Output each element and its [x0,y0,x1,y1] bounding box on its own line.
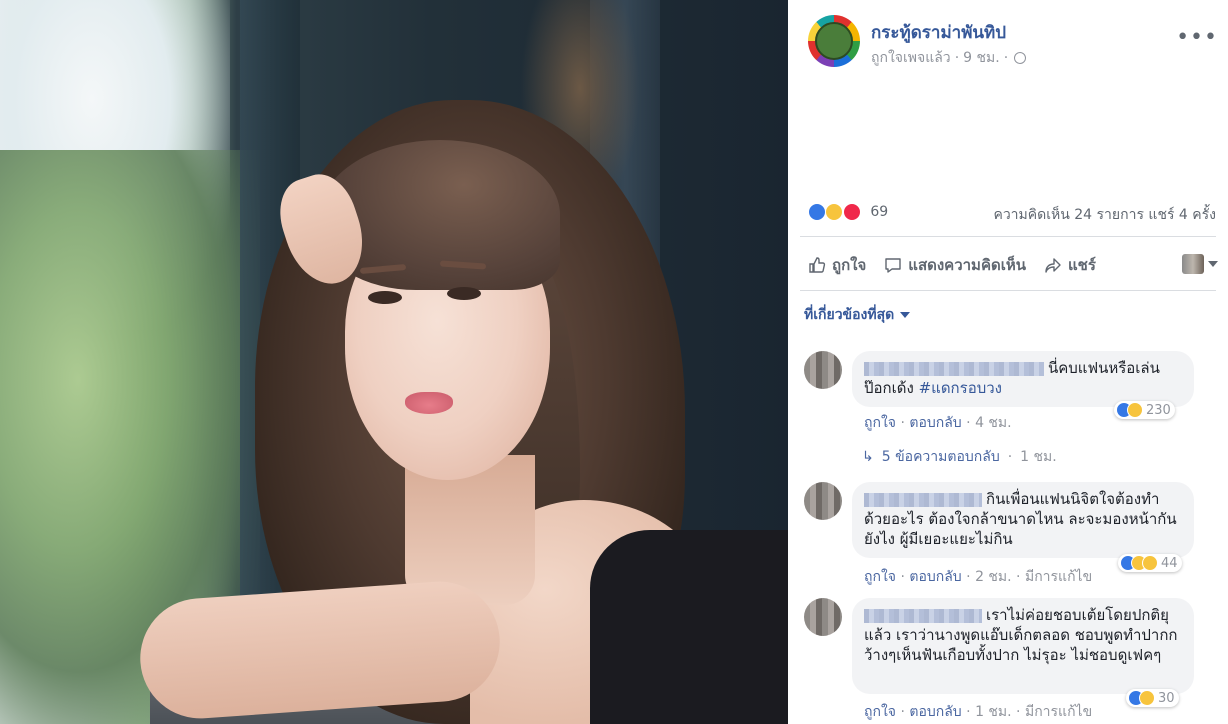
share-button[interactable]: แชร์ [1044,253,1096,277]
love-reaction-icon [842,203,861,221]
comment-sort-dropdown[interactable]: ที่เกี่ยวข้องที่สุด [804,304,911,326]
comment: นี่คบแฟนหรือเล่นป๊อกเด้ง #แดกรอบวง 230 ถ… [804,351,1214,466]
replies-time: 1 ชม. [1020,449,1057,465]
user-avatar [1182,254,1204,274]
page-avatar[interactable] [808,15,860,67]
more-icon[interactable]: ••• [1176,27,1218,49]
commenter-avatar[interactable] [804,482,842,520]
comment-time[interactable]: 1 ชม. [975,704,1012,720]
wow-reaction-icon [1142,555,1158,571]
comment-reply-link[interactable]: ตอบกลับ [909,704,961,720]
commenter-name-blurred[interactable] [864,492,982,507]
commenter-avatar[interactable] [804,351,842,389]
post-header: กระทู้ดราม่าพันทิป ถูกใจเพจแล้ว · 9 ชม. … [808,15,1218,75]
haha-reaction-icon [1139,690,1155,706]
photo-arm [136,577,504,723]
haha-reaction-icon [825,203,844,221]
divider [800,290,1216,291]
comment-time[interactable]: 4 ชม. [975,415,1012,431]
caret-down-icon [1208,261,1218,267]
comment-time[interactable]: 2 ชม. [975,569,1012,585]
share-as-dropdown[interactable] [1182,254,1218,274]
comment-bubble: กินเพื่อนแฟนนิจิตใจต้องทำด้วยอะไร ต้องใจ… [852,482,1194,558]
comment-like-link[interactable]: ถูกใจ [864,415,896,431]
comment-bubble: นี่คบแฟนหรือเล่นป๊อกเด้ง #แดกรอบวง [852,351,1194,407]
page-name-link[interactable]: กระทู้ดราม่าพันทิป [871,19,1006,46]
post-time[interactable]: 9 ชม. [963,47,1000,69]
comment-share-counts[interactable]: ความคิดเห็น 24 รายการ แชร์ 4 ครั้ง [993,204,1216,226]
commenter-avatar[interactable] [804,598,842,636]
comment-actions: ถูกใจ · ตอบกลับ · 2 ชม. · มีการแก้ไข [864,569,1093,585]
divider [800,236,1216,237]
comment: กินเพื่อนแฟนนิจิตใจต้องทำด้วยอะไร ต้องใจ… [804,482,1214,585]
comment-actions: ถูกใจ · ตอบกลับ · 4 ชม. [864,415,1012,431]
post-actions: ถูกใจ แสดงความคิดเห็น แชร์ [808,250,1218,280]
comment-reactions[interactable]: 44 [1118,554,1182,572]
reaction-summary[interactable]: 69 [808,203,889,221]
comment-like-link[interactable]: ถูกใจ [864,704,896,720]
comment-reply-link[interactable]: ตอบกลับ [909,569,961,585]
photo-lips [405,392,453,414]
caret-down-icon [900,312,911,318]
globe-icon[interactable] [1014,52,1027,64]
photo-eye-right [447,287,481,300]
post-meta: ถูกใจเพจแล้ว · 9 ชม. · [871,47,1027,69]
photo-eye-left [368,291,402,304]
comment-like-link[interactable]: ถูกใจ [864,569,896,585]
comment-reply-link[interactable]: ตอบกลับ [909,415,961,431]
commenter-name-blurred[interactable] [864,361,1044,376]
comment-actions: ถูกใจ · ตอบกลับ · 1 ชม. · มีการแก้ไข [864,704,1093,720]
comment-button[interactable]: แสดงความคิดเห็น [884,253,1026,277]
post-reactions: 69 ความคิดเห็น 24 รายการ แชร์ 4 ครั้ง [808,203,1218,225]
comment-icon [885,258,901,273]
comment-hashtag[interactable]: #แดกรอบวง [919,379,1002,397]
reaction-count: 69 [870,204,889,220]
haha-reaction-icon [1127,402,1143,418]
post-side-panel: กระทู้ดราม่าพันทิป ถูกใจเพจแล้ว · 9 ชม. … [788,0,1228,724]
like-icon [809,257,826,273]
view-replies-link[interactable]: ↳ 5 ข้อความตอบกลับ · 1 ชม. [862,446,1057,468]
comment-reactions[interactable]: 30 [1126,689,1179,707]
comment-edited[interactable]: มีการแก้ไข [1025,704,1092,720]
followed-label[interactable]: ถูกใจเพจแล้ว [871,47,951,69]
post-photo[interactable] [0,0,788,724]
photo-black-top [590,530,788,724]
comment-reactions[interactable]: 230 [1114,401,1175,419]
comment-bubble: เราไม่ค่อยชอบเต้ยโดยปกติยุแล้ว เราว่านาง… [852,598,1194,694]
comment: เราไม่ค่อยชอบเต้ยโดยปกติยุแล้ว เราว่านาง… [804,598,1214,724]
like-button[interactable]: ถูกใจ [808,253,866,277]
share-icon [1045,258,1061,273]
commenter-name-blurred[interactable] [864,608,982,623]
like-reaction-icon [808,203,826,221]
reply-arrow-icon: ↳ [862,449,874,465]
comment-edited[interactable]: มีการแก้ไข [1025,569,1092,585]
